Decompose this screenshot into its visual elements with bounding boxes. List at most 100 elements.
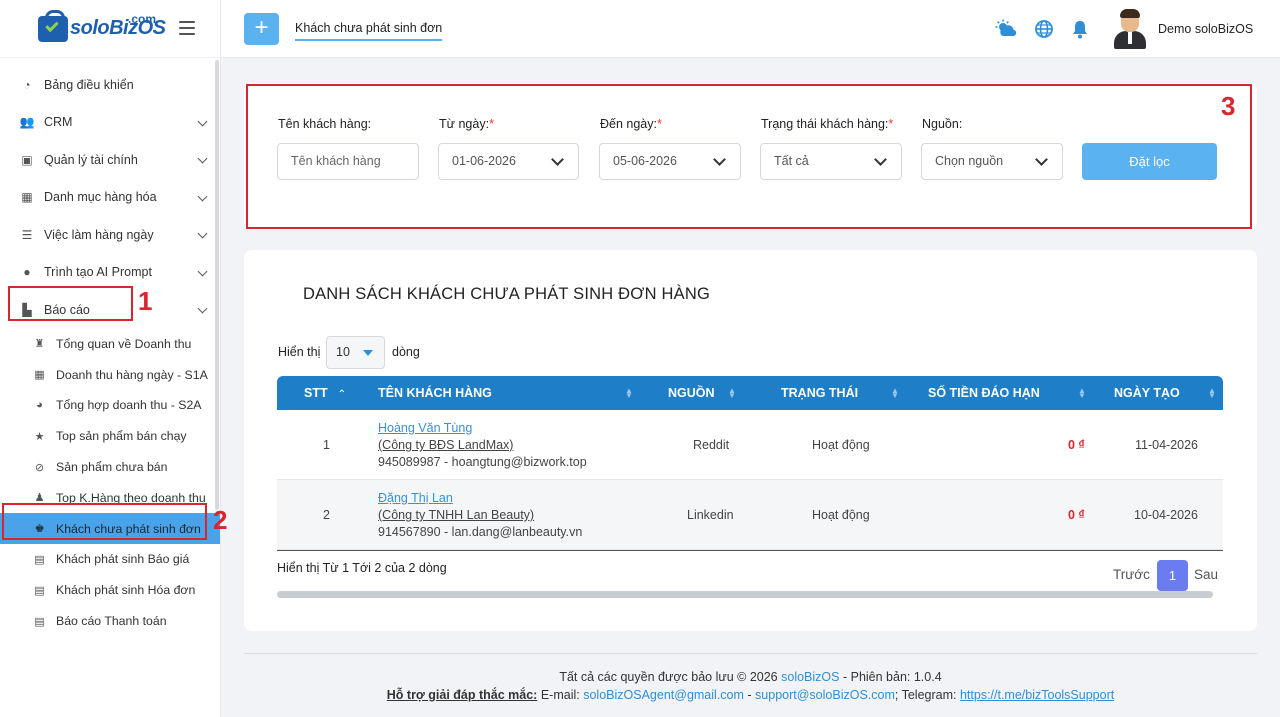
from-date-label: Từ ngày:* xyxy=(439,117,494,131)
from-date-select[interactable]: 01-06-2026 xyxy=(438,143,579,180)
sort-icon: ▲ ▼ xyxy=(891,386,899,400)
sidebar-subitem-revenue-overview[interactable]: ♜ Tổng quan về Doanh thu xyxy=(0,329,220,360)
cell-status: Hoạt động xyxy=(812,508,870,522)
customer-name-link[interactable]: Hoàng Văn Tùng xyxy=(378,420,587,437)
sidebar-subitem-customers-invoices[interactable]: ▤ Khách phát sinh Hóa đơn xyxy=(0,575,220,606)
sidebar-subitem-customers-quotes[interactable]: ▤ Khách phát sinh Báo giá xyxy=(0,544,220,575)
sidebar-subitem-payment-report[interactable]: ▤ Báo cáo Thanh toán xyxy=(0,606,220,637)
table-header: STT ⌃ TÊN KHÁCH HÀNG ▲ ▼ NGUỒN ▲ ▼ TRẠNG TH… xyxy=(277,376,1223,410)
sidebar-item-daily-tasks[interactable]: ☰ Việc làm hàng ngày xyxy=(0,216,220,254)
page-size-select[interactable]: 10 xyxy=(326,336,385,369)
sidebar-item-label: Trình tạo AI Prompt xyxy=(44,265,152,280)
sidebar-subitem-label: Sản phẩm chưa bán xyxy=(56,460,168,475)
topbar: + Khách chưa phát sinh đơn Demo soloBizO… xyxy=(221,0,1280,58)
to-date-label: Đến ngày:* xyxy=(600,117,662,131)
column-header-source[interactable]: NGUỒN xyxy=(668,376,715,410)
chevron-down-icon xyxy=(197,116,208,126)
bell-icon[interactable] xyxy=(1070,19,1090,39)
sort-icon: ▲ ▼ xyxy=(728,386,736,400)
column-header-customer-name[interactable]: TÊN KHÁCH HÀNG xyxy=(378,376,492,410)
column-header-status[interactable]: TRẠNG THÁI xyxy=(781,376,858,410)
caret-down-icon xyxy=(363,350,373,356)
sidebar-subitem-label: Báo cáo Thanh toán xyxy=(56,614,167,629)
apply-filter-button[interactable]: Đặt lọc xyxy=(1082,143,1217,180)
sidebar-item-crm[interactable]: 👥 CRM xyxy=(0,104,220,142)
sidebar-item-label: CRM xyxy=(44,115,73,130)
money-bag-icon: ♜ xyxy=(34,338,45,351)
table-row: 2 Đặng Thị Lan (Công ty TNHH Lan Beauty)… xyxy=(277,480,1223,550)
column-header-amount-due[interactable]: SỐ TIỀN ĐÁO HẠN xyxy=(928,376,1040,410)
sidebar-subitem-label: Top sản phẩm bán chạy xyxy=(56,429,187,444)
table-horizontal-scrollbar[interactable] xyxy=(277,591,1213,598)
cell-created: 10-04-2026 xyxy=(1134,508,1198,522)
sidebar-item-label: Việc làm hàng ngày xyxy=(44,227,154,242)
sidebar-subitem-top-products[interactable]: ★ Top sản phẩm bán chạy xyxy=(0,421,220,452)
page-size-value: 10 xyxy=(336,345,350,359)
column-header-stt[interactable]: STT ⌃ xyxy=(304,376,346,410)
cell-status: Hoạt động xyxy=(812,438,870,452)
telegram-link[interactable]: https://t.me/bizToolsSupport xyxy=(960,688,1114,702)
calendar-icon: ▦ xyxy=(21,190,33,205)
users-icon: 👥 xyxy=(19,115,35,130)
chevron-down-icon xyxy=(197,228,208,239)
annotation-box-2 xyxy=(2,503,207,540)
sort-icon: ▲ ▼ xyxy=(1208,386,1216,400)
menu-toggle-icon[interactable] xyxy=(179,21,195,35)
chevron-down-icon xyxy=(551,153,564,166)
add-tab-button[interactable]: + xyxy=(244,13,279,45)
page-size-suffix: dòng xyxy=(392,345,420,359)
customer-company-link[interactable]: (Công ty BĐS LandMax) xyxy=(378,437,587,454)
sidebar-item-finance[interactable]: ▣ Quản lý tài chính xyxy=(0,141,220,179)
sidebar-subitem-daily-revenue[interactable]: ▦ Doanh thu hàng ngày - S1A xyxy=(0,359,220,390)
cell-source: Linkedin xyxy=(687,508,734,522)
file-quote-icon: ▤ xyxy=(34,553,45,566)
source-select[interactable]: Chọn nguồn xyxy=(921,143,1063,180)
column-header-created-date[interactable]: NGÀY TẠO xyxy=(1114,376,1180,410)
cell-created: 11-04-2026 xyxy=(1135,438,1199,452)
weather-icon[interactable] xyxy=(995,19,1017,39)
logo-suffix: .com xyxy=(128,12,157,26)
cell-source: Reddit xyxy=(693,438,730,452)
page-size-prefix: Hiển thị xyxy=(278,345,321,359)
to-date-value: 05-06-2026 xyxy=(613,154,677,168)
table-footer-divider xyxy=(277,550,1223,551)
pie-icon: ◕ xyxy=(36,399,43,412)
avatar[interactable] xyxy=(1112,9,1148,49)
footer-support: Hỗ trợ giải đáp thắc mắc: E-mail: soloBi… xyxy=(386,688,1115,702)
dashboard-icon: ◔ xyxy=(23,77,31,92)
ban-icon: ⊘ xyxy=(34,461,45,474)
cell-customer: Hoàng Văn Tùng (Công ty BĐS LandMax) 945… xyxy=(378,420,587,471)
from-date-value: 01-06-2026 xyxy=(452,154,516,168)
customer-company-link[interactable]: (Công ty TNHH Lan Beauty) xyxy=(378,507,582,524)
calendar-check-icon: ▦ xyxy=(34,369,45,382)
tab-current[interactable]: Khách chưa phát sinh đơn xyxy=(295,21,443,41)
pagination-prev[interactable]: Trước xyxy=(1113,567,1150,582)
annotation-number-2: 2 xyxy=(213,505,228,535)
cell-amount: 0 ₫ xyxy=(1068,508,1085,522)
customer-status-select[interactable]: Tất cả xyxy=(760,143,902,180)
brand-bar: soloBizOS .com xyxy=(0,0,220,58)
invoice-icon: ▤ xyxy=(34,584,45,597)
to-date-select[interactable]: 05-06-2026 xyxy=(599,143,741,180)
support-label: Hỗ trợ giải đáp thắc mắc: xyxy=(386,688,538,702)
sidebar-item-dashboard[interactable]: ◔ Bảng điều khiển xyxy=(0,66,220,104)
sort-icon: ▲ ▼ xyxy=(625,386,633,400)
logo-bag-icon xyxy=(38,9,68,42)
sidebar-subitem-revenue-summary[interactable]: ◕ Tổng hợp doanh thu - S2A xyxy=(0,390,220,421)
user-name[interactable]: Demo soloBizOS xyxy=(1158,22,1253,36)
globe-icon[interactable] xyxy=(1034,19,1054,39)
pagination-next[interactable]: Sau xyxy=(1194,567,1218,582)
sidebar: soloBizOS .com ◔ Bảng điều khiển 👥 CRM ▣… xyxy=(0,0,221,717)
sidebar-item-label: Bảng điều khiển xyxy=(44,77,134,92)
pagination-page-current[interactable]: 1 xyxy=(1157,560,1188,591)
sidebar-item-products[interactable]: ▦ Danh mục hàng hóa xyxy=(0,179,220,217)
table-title: DANH SÁCH KHÁCH CHƯA PHÁT SINH ĐƠN HÀNG xyxy=(302,285,711,303)
customer-name-link[interactable]: Đặng Thị Lan xyxy=(378,490,582,507)
table-row: 1 Hoàng Văn Tùng (Công ty BĐS LandMax) 9… xyxy=(277,410,1223,480)
footer-brand-link[interactable]: soloBizOS xyxy=(781,670,839,684)
sidebar-subitem-unsold-products[interactable]: ⊘ Sản phẩm chưa bán xyxy=(0,452,220,483)
support-email-link-2[interactable]: support@soloBizOS.com xyxy=(755,688,895,702)
sidebar-item-label: Danh mục hàng hóa xyxy=(44,190,157,205)
customer-name-input[interactable]: Tên khách hàng xyxy=(277,143,419,180)
support-email-link-1[interactable]: soloBizOSAgent@gmail.com xyxy=(583,688,744,702)
